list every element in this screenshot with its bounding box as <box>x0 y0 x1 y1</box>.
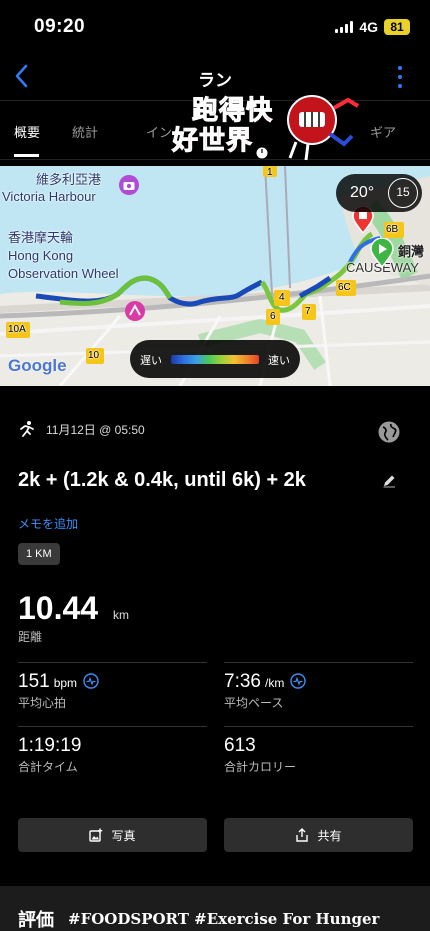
map-label-wheel-zh: 香港摩天輪 <box>8 230 74 245</box>
more-vertical-icon[interactable] <box>390 64 410 90</box>
activity-date-row: 11月12日 @ 05:50 <box>18 420 145 438</box>
avg-heart-rate-value: 151 <box>18 671 50 692</box>
wind-speed-icon: 15 <box>388 178 418 208</box>
avg-heart-rate-unit: bpm <box>53 676 78 690</box>
share-icon <box>296 828 309 842</box>
info-pulse-icon[interactable] <box>83 673 99 689</box>
tab-gear[interactable]: ギア <box>370 122 396 141</box>
route-map[interactable]: 維多利亞港 Victoria Harbour 香港摩天輪 Hong Kong O… <box>0 166 430 386</box>
share-label: 共有 <box>317 828 342 843</box>
map-label-wheel-en1: Hong Kong <box>8 248 74 263</box>
attraction-pin-icon[interactable] <box>124 300 146 322</box>
tab-insights[interactable]: イン <box>146 122 172 141</box>
activity-title: 2k + (1.2k & 0.4k, until 6k) + 2k <box>18 469 306 491</box>
status-bar: 09:20 4G 81 <box>0 0 430 54</box>
road-label-10a: 10A <box>8 324 26 335</box>
road-label-6c: 6C <box>338 282 351 293</box>
weather-temp: 20° <box>350 184 375 201</box>
add-photo-button[interactable]: 写真 <box>18 818 207 852</box>
map-label-victoria-en: Victoria Harbour <box>2 189 96 204</box>
avg-pace-unit: /km <box>264 676 285 690</box>
run-icon <box>20 421 34 437</box>
rating-panel: 評価 #FOODSPORT #Exercise For Hunger <box>0 886 430 931</box>
road-label-6: 6 <box>270 311 276 322</box>
activity-date: 11月12日 @ 05:50 <box>46 422 145 437</box>
avg-pace-label: 平均ペース <box>224 696 284 710</box>
distance-value: 10.44 <box>18 590 99 626</box>
globe-icon[interactable] <box>377 420 401 444</box>
status-time: 09:20 <box>34 16 86 37</box>
share-button[interactable]: 共有 <box>224 818 413 852</box>
divider <box>18 726 207 727</box>
foodsport-logo: 跑得快 好世界 <box>170 88 370 168</box>
add-photo-label: 写真 <box>111 828 136 843</box>
total-time-label: 合計タイム <box>18 760 78 774</box>
pencil-icon[interactable] <box>381 473 397 489</box>
road-label-7: 7 <box>305 306 311 317</box>
map-label-victoria-zh: 維多利亞港 <box>36 172 102 187</box>
divider <box>18 662 207 663</box>
map-label-causeway-zh: 銅灣 <box>398 244 425 259</box>
camera-pin-icon[interactable] <box>118 174 140 196</box>
battery-icon: 81 <box>384 19 410 35</box>
info-pulse-icon[interactable] <box>290 673 307 689</box>
pace-slow-label: 遅い <box>140 355 162 367</box>
road-label-6b: 6B <box>386 224 399 235</box>
map-label-wheel-en2: Observation Wheel <box>8 266 119 281</box>
avg-pace-value: 7:36 <box>224 671 261 692</box>
road-label-10: 10 <box>88 350 100 361</box>
add-memo-link[interactable]: メモを追加 <box>18 515 78 532</box>
mascot-icon <box>287 95 360 161</box>
divider <box>224 662 413 663</box>
total-calories-value: 613 <box>224 735 256 756</box>
divider <box>224 726 413 727</box>
pace-fast-label: 速い <box>268 355 290 367</box>
stopwatch-icon <box>255 146 269 160</box>
road-label-1: 1 <box>267 167 273 178</box>
distance-label: 距離 <box>18 630 43 644</box>
avg-pace: 7:36/km <box>224 671 307 693</box>
logo-line2: 好世界 <box>171 126 254 157</box>
pace-legend: 遅い 速い <box>130 340 300 378</box>
tab-overview[interactable]: 概要 <box>14 122 40 141</box>
weather-widget: 20° 15 <box>336 174 422 212</box>
pace-gradient-bar <box>171 355 259 364</box>
signal-icon <box>335 21 354 33</box>
active-tab-indicator <box>14 154 39 157</box>
avg-heart-rate: 151 bpm <box>18 671 99 693</box>
lap-badge[interactable]: 1 KM <box>18 543 60 565</box>
start-pin-icon[interactable] <box>370 238 394 268</box>
avg-heart-rate-label: 平均心拍 <box>18 696 67 710</box>
total-time-value: 1:19:19 <box>18 735 82 756</box>
tab-stats[interactable]: 統計 <box>72 122 98 141</box>
road-label-4: 4 <box>279 292 285 303</box>
google-logo: Google <box>8 356 67 375</box>
network-type: 4G <box>359 19 378 35</box>
distance-unit: km <box>113 608 129 622</box>
watermark-text: #FOODSPORT #Exercise For Hunger <box>68 910 380 928</box>
add-photo-icon <box>89 828 103 842</box>
rating-label: 評価 <box>18 910 54 930</box>
total-calories-label: 合計カロリー <box>224 760 297 774</box>
status-indicators: 4G 81 <box>335 19 410 35</box>
